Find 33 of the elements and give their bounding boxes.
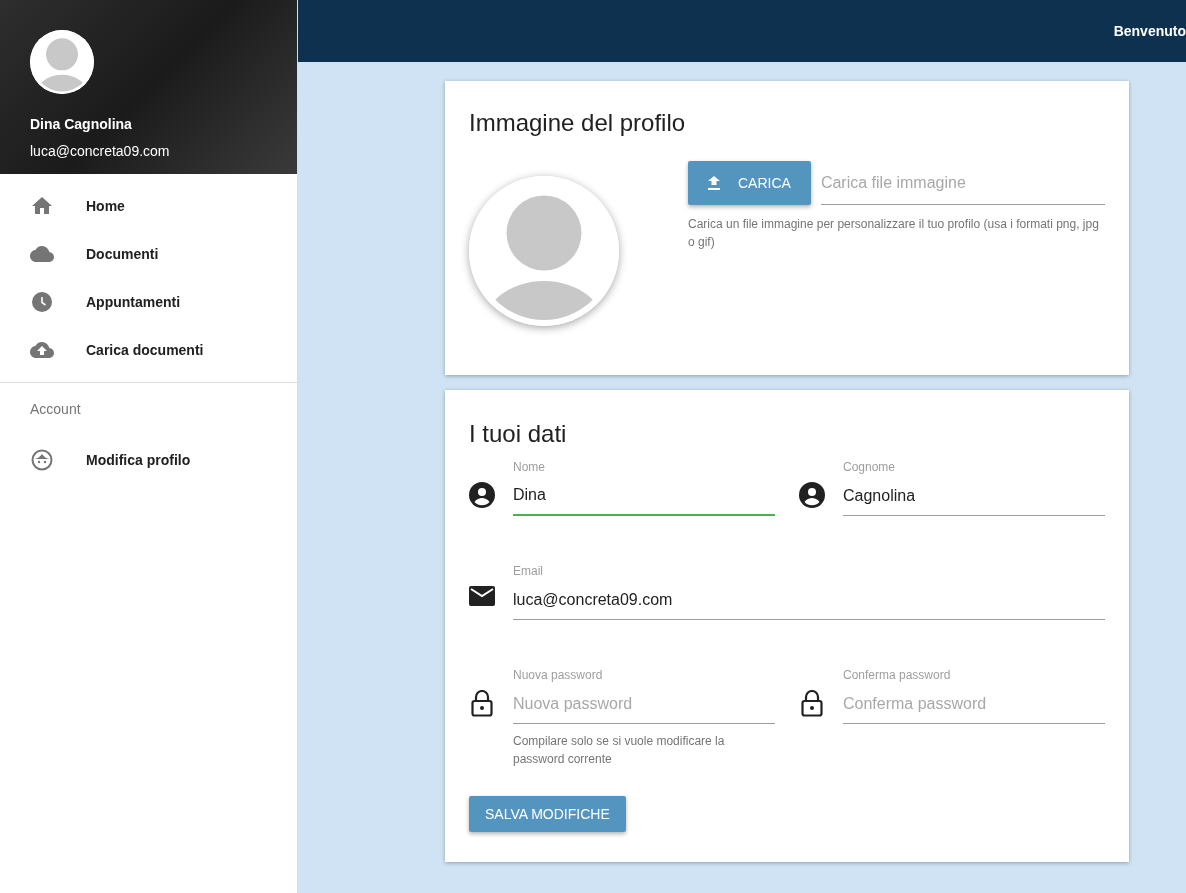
section-label: Account xyxy=(29,400,82,419)
input-field[interactable]: Dina xyxy=(513,476,775,516)
cloud-upload-icon xyxy=(30,342,54,358)
field-label: Conferma password xyxy=(843,667,952,684)
nav-item[interactable]: Appuntamenti xyxy=(0,278,297,326)
nav-item[interactable]: Carica documenti xyxy=(0,326,297,374)
upload-icon xyxy=(708,176,720,190)
field-label: Nuova password xyxy=(513,667,604,684)
person-icon xyxy=(469,482,495,508)
field-hint: Compilare solo se si vuole modificare la password corrente xyxy=(513,733,726,768)
card-title: Immagine del profilo xyxy=(469,108,687,138)
lock-icon xyxy=(471,690,493,717)
field-label: Email xyxy=(513,563,544,580)
face-icon xyxy=(31,449,53,471)
home-icon xyxy=(32,197,52,215)
field-label: Nome xyxy=(513,459,546,476)
nav-item[interactable]: Home xyxy=(0,182,297,230)
field-label: Cognome xyxy=(843,459,897,476)
person-icon xyxy=(799,482,825,508)
mail-icon xyxy=(469,586,495,606)
card-title: I tuoi dati xyxy=(469,419,568,449)
user-email: luca@concreta09.com xyxy=(30,142,171,161)
avatar-circle xyxy=(30,30,94,94)
upload-hint: Carica un file immagine per personalizzare il tuo profilo (usa i formati png, jpg o gif) xyxy=(688,216,1100,251)
input-field[interactable]: Cagnolina xyxy=(843,476,1105,516)
lock-icon xyxy=(801,690,823,717)
nav-item[interactable]: Documenti xyxy=(0,230,297,278)
input-field[interactable]: luca@concreta09.com xyxy=(513,580,1105,620)
cloud-icon xyxy=(30,246,54,262)
clock-icon xyxy=(32,292,52,312)
welcome-text: Benvenuto xyxy=(1113,21,1186,41)
nav-item[interactable]: Modifica profilo xyxy=(0,436,297,484)
user-name: Dina Cagnolina xyxy=(30,115,133,134)
